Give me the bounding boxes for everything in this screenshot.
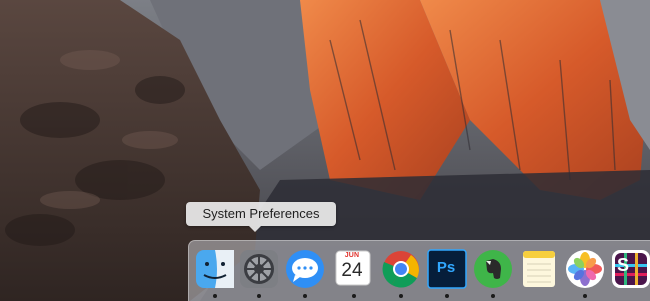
chrome-icon[interactable] [381, 249, 421, 289]
slack-label: S [617, 255, 630, 275]
photoshop-label: Ps [436, 259, 456, 276]
running-indicator [583, 294, 587, 298]
photos-icon[interactable] [565, 249, 605, 289]
running-indicator [399, 294, 403, 298]
running-indicator [303, 294, 307, 298]
dock: JUN 24 Ps S [188, 240, 650, 301]
desktop: System Preferences JUN 24 Ps S [0, 0, 650, 301]
running-indicator [213, 294, 217, 298]
finder-icon[interactable] [195, 249, 235, 289]
calendar-icon[interactable]: JUN 24 [334, 249, 374, 289]
running-indicator [491, 294, 495, 298]
running-indicator [257, 294, 261, 298]
slack-icon[interactable]: S [611, 249, 650, 289]
evernote-icon[interactable] [473, 249, 513, 289]
notes-icon[interactable] [519, 249, 559, 289]
system-preferences-icon[interactable] [239, 249, 279, 289]
photoshop-icon[interactable]: Ps [427, 249, 467, 289]
calendar-day: 24 [341, 260, 363, 281]
calendar-month: JUN [344, 252, 360, 259]
running-indicator [445, 294, 449, 298]
running-indicator [352, 294, 356, 298]
messages-icon[interactable] [285, 249, 325, 289]
dock-tooltip: System Preferences [186, 202, 336, 232]
